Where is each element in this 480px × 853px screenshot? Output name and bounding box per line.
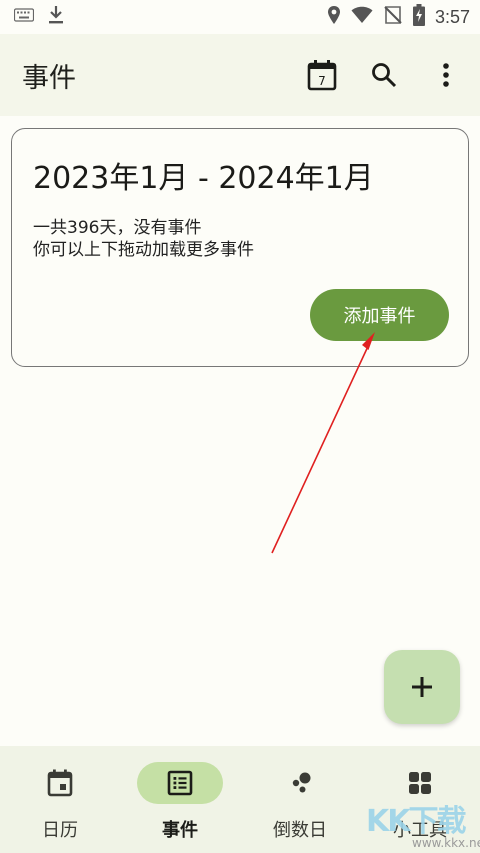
plus-icon [412, 677, 432, 697]
search-button[interactable] [368, 59, 400, 91]
nav-item-countdown[interactable]: 倒数日 [240, 746, 360, 853]
app-bar: 事件 7 [0, 34, 480, 116]
wifi-icon [351, 6, 373, 29]
keyboard-icon [13, 7, 35, 27]
add-fab-button[interactable] [384, 650, 460, 724]
no-sim-icon [383, 5, 403, 30]
more-vert-icon [443, 63, 449, 87]
status-left [13, 5, 64, 30]
nav-label-calendar: 日历 [42, 820, 78, 841]
empty-events-card: 2023年1月 - 2024年1月 一共396天，没有事件 你可以上下拖动加载更… [11, 128, 469, 367]
status-bar: 3:57 [0, 0, 480, 34]
nav-label-events: 事件 [162, 820, 198, 841]
bubbles-icon [292, 772, 311, 793]
status-time: 3:57 [434, 6, 470, 27]
nav-label-countdown: 倒数日 [273, 820, 327, 841]
list-icon [167, 770, 193, 796]
nav-item-events[interactable]: 事件 [120, 746, 240, 853]
summary-line-days: 一共396天，没有事件 [33, 218, 202, 238]
nav-icon-container [17, 762, 103, 804]
calendar-today-icon: 7 [307, 60, 337, 91]
grid-icon [409, 772, 431, 794]
page-title: 事件 [22, 62, 76, 94]
battery-charging-icon [412, 3, 425, 31]
date-range-title: 2023年1月 - 2024年1月 [33, 161, 374, 196]
nav-item-calendar[interactable]: 日历 [0, 746, 120, 853]
summary-line-hint: 你可以上下拖动加载更多事件 [33, 240, 254, 260]
calendar-icon [47, 769, 73, 797]
calendar-day-number: 7 [318, 74, 326, 88]
more-options-button[interactable] [430, 59, 462, 91]
download-icon [48, 5, 64, 30]
calendar-today-button[interactable]: 7 [306, 59, 338, 91]
nav-icon-container [257, 762, 343, 804]
add-event-button[interactable]: 添加事件 [310, 289, 449, 341]
search-icon [372, 63, 397, 88]
watermark-url: www.kkx.net [412, 836, 480, 850]
watermark-logo: KK下载 [366, 804, 466, 839]
status-right: 3:57 [327, 3, 470, 31]
card-summary: 一共396天，没有事件 你可以上下拖动加载更多事件 [33, 217, 254, 261]
watermark: KK下载 www.kkx.net [360, 796, 480, 853]
app-bar-actions: 7 [306, 59, 462, 91]
location-icon [327, 5, 341, 30]
nav-active-indicator [137, 762, 223, 804]
